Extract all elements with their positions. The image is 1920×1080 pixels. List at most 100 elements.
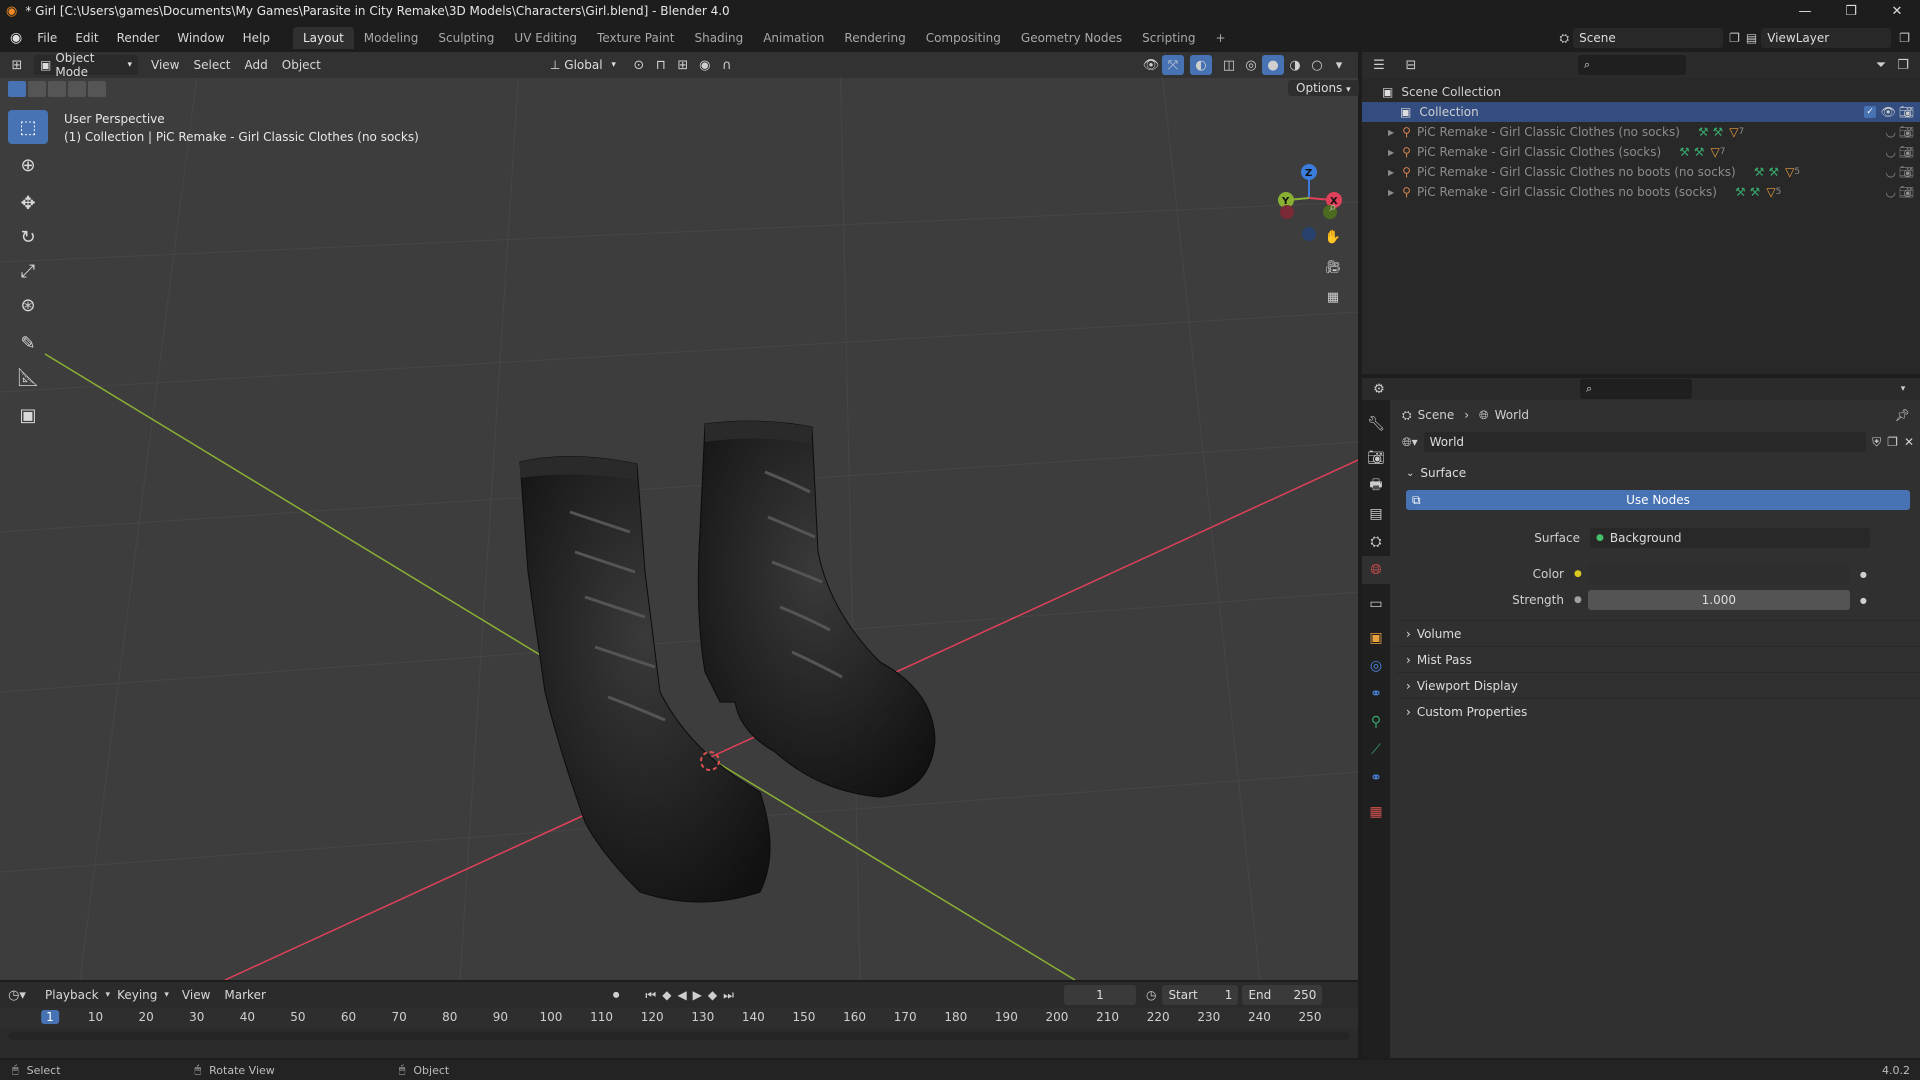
viewlayer-icon[interactable]: ▤ bbox=[1746, 31, 1757, 45]
hide-icon[interactable]: ◡ bbox=[1886, 165, 1896, 179]
tab-layout[interactable]: Layout bbox=[292, 27, 354, 49]
start-frame-field[interactable]: Start 1 bbox=[1162, 985, 1239, 1005]
options-button[interactable]: Options ▾ bbox=[1288, 80, 1359, 96]
checkbox-icon[interactable]: ✓ bbox=[1864, 106, 1876, 118]
outliner-search-input[interactable]: ⌕ bbox=[1578, 55, 1686, 75]
new-viewlayer-icon[interactable]: ❐ bbox=[1899, 31, 1910, 45]
wireframe-shading-icon[interactable]: ◎ bbox=[1240, 55, 1262, 75]
tool-tab-icon[interactable]: 🔧︎ bbox=[1362, 410, 1390, 438]
volume-section-header[interactable]: › Volume bbox=[1396, 620, 1920, 646]
frame-ruler[interactable]: 1 10 20 30 40 50 60 70 80 90 100 110 120 130 140 150 160… bbox=[0, 1008, 1358, 1028]
menu-playback[interactable]: Playback bbox=[38, 985, 106, 1005]
current-frame-marker[interactable]: 1 bbox=[41, 1010, 59, 1024]
output-tab-icon[interactable]: 🖶︎ bbox=[1362, 472, 1390, 500]
record-icon[interactable]: ⏺ bbox=[613, 988, 620, 1003]
outliner-item[interactable]: ▶ ⚲ PiC Remake - Girl Classic Clothes (s… bbox=[1362, 142, 1920, 162]
menu-edit[interactable]: Edit bbox=[66, 28, 107, 48]
maximize-button[interactable]: ❐ bbox=[1828, 4, 1874, 19]
bone-tab-icon[interactable]: ⟋ bbox=[1362, 736, 1390, 764]
outliner-collection[interactable]: ▣ Collection ✓ 👁︎ 📷︎ bbox=[1362, 102, 1920, 122]
hide-icon[interactable]: ◡ bbox=[1886, 185, 1896, 199]
physics-tab-icon[interactable]: ◎ bbox=[1362, 652, 1390, 680]
pin-icon[interactable]: 📌︎ bbox=[1895, 408, 1910, 422]
rotate-tool-icon[interactable]: ↻ bbox=[8, 220, 48, 254]
end-frame-field[interactable]: End 250 bbox=[1242, 985, 1323, 1005]
add-cube-tool-icon[interactable]: ▣ bbox=[8, 398, 48, 432]
properties-editor-icon[interactable]: ⚙ bbox=[1368, 379, 1390, 399]
select-intersect-icon[interactable] bbox=[88, 81, 106, 97]
next-keyframe-icon[interactable]: ◆ bbox=[708, 988, 717, 1002]
world-browse-icon[interactable]: 🌐︎▾ bbox=[1402, 435, 1418, 450]
eye-icon[interactable]: 👁︎ bbox=[1881, 105, 1896, 119]
play-reverse-icon[interactable]: ◀ bbox=[677, 988, 686, 1002]
snap-target-icon[interactable]: ⊞ bbox=[672, 55, 694, 75]
tab-rendering[interactable]: Rendering bbox=[834, 27, 915, 49]
expand-arrow-icon[interactable]: ▶ bbox=[1388, 188, 1394, 197]
surface-shader-field[interactable]: ● Background bbox=[1590, 528, 1870, 548]
menu-add[interactable]: Add bbox=[238, 55, 275, 75]
visibility-icon[interactable]: 👁︎ bbox=[1140, 55, 1162, 75]
jump-end-icon[interactable]: ⏭ bbox=[723, 988, 734, 1003]
transform-orientation-selector[interactable]: ⊥ Global ▾ bbox=[544, 55, 622, 75]
properties-search-input[interactable]: ⌕ bbox=[1580, 379, 1692, 399]
move-tool-icon[interactable]: ✥ bbox=[8, 186, 48, 220]
perspective-toggle-icon[interactable]: ▦ bbox=[1322, 282, 1344, 312]
close-button[interactable]: ✕ bbox=[1874, 4, 1920, 19]
tab-texture-paint[interactable]: Texture Paint bbox=[587, 27, 684, 49]
camera-icon[interactable]: 📷︎ bbox=[1899, 105, 1914, 119]
proportional-edit-icon[interactable]: ◉ bbox=[694, 55, 716, 75]
fake-user-icon[interactable]: ⛨ bbox=[1872, 435, 1881, 450]
color-swatch[interactable] bbox=[1587, 564, 1850, 584]
camera-icon[interactable]: 📷︎ bbox=[1899, 145, 1914, 159]
select-invert-icon[interactable] bbox=[68, 81, 86, 97]
snap-icon[interactable]: ⊓ bbox=[650, 55, 672, 75]
scene-selector[interactable]: Scene bbox=[1573, 28, 1724, 48]
zoom-icon[interactable]: ⌕ bbox=[1322, 192, 1344, 222]
rendered-shading-icon[interactable]: ○ bbox=[1306, 55, 1328, 75]
tab-scripting[interactable]: Scripting bbox=[1132, 27, 1205, 49]
editor-type-icon[interactable]: ⊞ bbox=[6, 55, 28, 75]
annotate-tool-icon[interactable]: ✎ bbox=[8, 326, 48, 360]
tab-compositing[interactable]: Compositing bbox=[916, 27, 1011, 49]
tab-animation[interactable]: Animation bbox=[753, 27, 834, 49]
menu-render[interactable]: Render bbox=[108, 28, 169, 48]
strength-field[interactable]: 1.000 bbox=[1587, 590, 1850, 610]
tab-uv-editing[interactable]: UV Editing bbox=[504, 27, 587, 49]
display-mode-icon[interactable]: ⊟ bbox=[1400, 55, 1422, 75]
tab-shading[interactable]: Shading bbox=[684, 27, 753, 49]
world-tab-icon[interactable]: 🌐︎ bbox=[1362, 556, 1390, 584]
select-extend-icon[interactable] bbox=[28, 81, 46, 97]
use-nodes-button[interactable]: ⧉ Use Nodes bbox=[1406, 490, 1910, 510]
gizmo-toggle-icon[interactable]: ⤧ bbox=[1162, 55, 1184, 75]
world-name-field[interactable]: World bbox=[1423, 432, 1867, 452]
clock-icon[interactable]: ◷ bbox=[1146, 988, 1156, 1002]
duplicate-icon[interactable]: ❐ bbox=[1887, 435, 1898, 449]
camera-view-icon[interactable]: 🎥︎ bbox=[1322, 252, 1344, 282]
select-new-icon[interactable] bbox=[8, 81, 26, 97]
outliner-item[interactable]: ▶ ⚲ PiC Remake - Girl Classic Clothes (n… bbox=[1362, 122, 1920, 142]
render-tab-icon[interactable]: 📷︎ bbox=[1362, 444, 1390, 472]
viewlayer-selector[interactable]: ViewLayer bbox=[1761, 28, 1892, 48]
custom-properties-section-header[interactable]: › Custom Properties bbox=[1396, 698, 1920, 724]
jump-start-icon[interactable]: ⏮ bbox=[645, 988, 656, 1003]
outliner-item[interactable]: ▶ ⚲ PiC Remake - Girl Classic Clothes no… bbox=[1362, 162, 1920, 182]
menu-window[interactable]: Window bbox=[168, 28, 233, 48]
surface-section-header[interactable]: ⌄ Surface bbox=[1396, 460, 1920, 486]
outliner-item[interactable]: ▶ ⚲ PiC Remake - Girl Classic Clothes no… bbox=[1362, 182, 1920, 202]
material-shading-icon[interactable]: ◑ bbox=[1284, 55, 1306, 75]
outliner-scene-collection[interactable]: ▣ Scene Collection bbox=[1362, 82, 1920, 102]
current-frame-field[interactable]: 1 bbox=[1063, 985, 1136, 1005]
timeline-track[interactable] bbox=[8, 1032, 1350, 1040]
pan-hand-icon[interactable]: ✋ bbox=[1322, 222, 1344, 252]
collection-tab-icon[interactable]: ▭ bbox=[1362, 590, 1390, 618]
tab-geometry-nodes[interactable]: Geometry Nodes bbox=[1011, 27, 1132, 49]
tab-sculpting[interactable]: Sculpting bbox=[428, 27, 504, 49]
scene-tab-icon[interactable]: ⛭ bbox=[1362, 528, 1390, 556]
play-icon[interactable]: ▶ bbox=[693, 988, 702, 1002]
solid-shading-icon[interactable]: ● bbox=[1262, 55, 1284, 75]
keyframe-dot-icon[interactable]: ● bbox=[1860, 596, 1867, 605]
menu-marker[interactable]: Marker bbox=[217, 985, 272, 1005]
texture-tab-icon[interactable]: ▦ bbox=[1362, 798, 1390, 826]
add-workspace-button[interactable]: + bbox=[1206, 27, 1236, 49]
unlink-icon[interactable]: ✕ bbox=[1904, 435, 1914, 449]
